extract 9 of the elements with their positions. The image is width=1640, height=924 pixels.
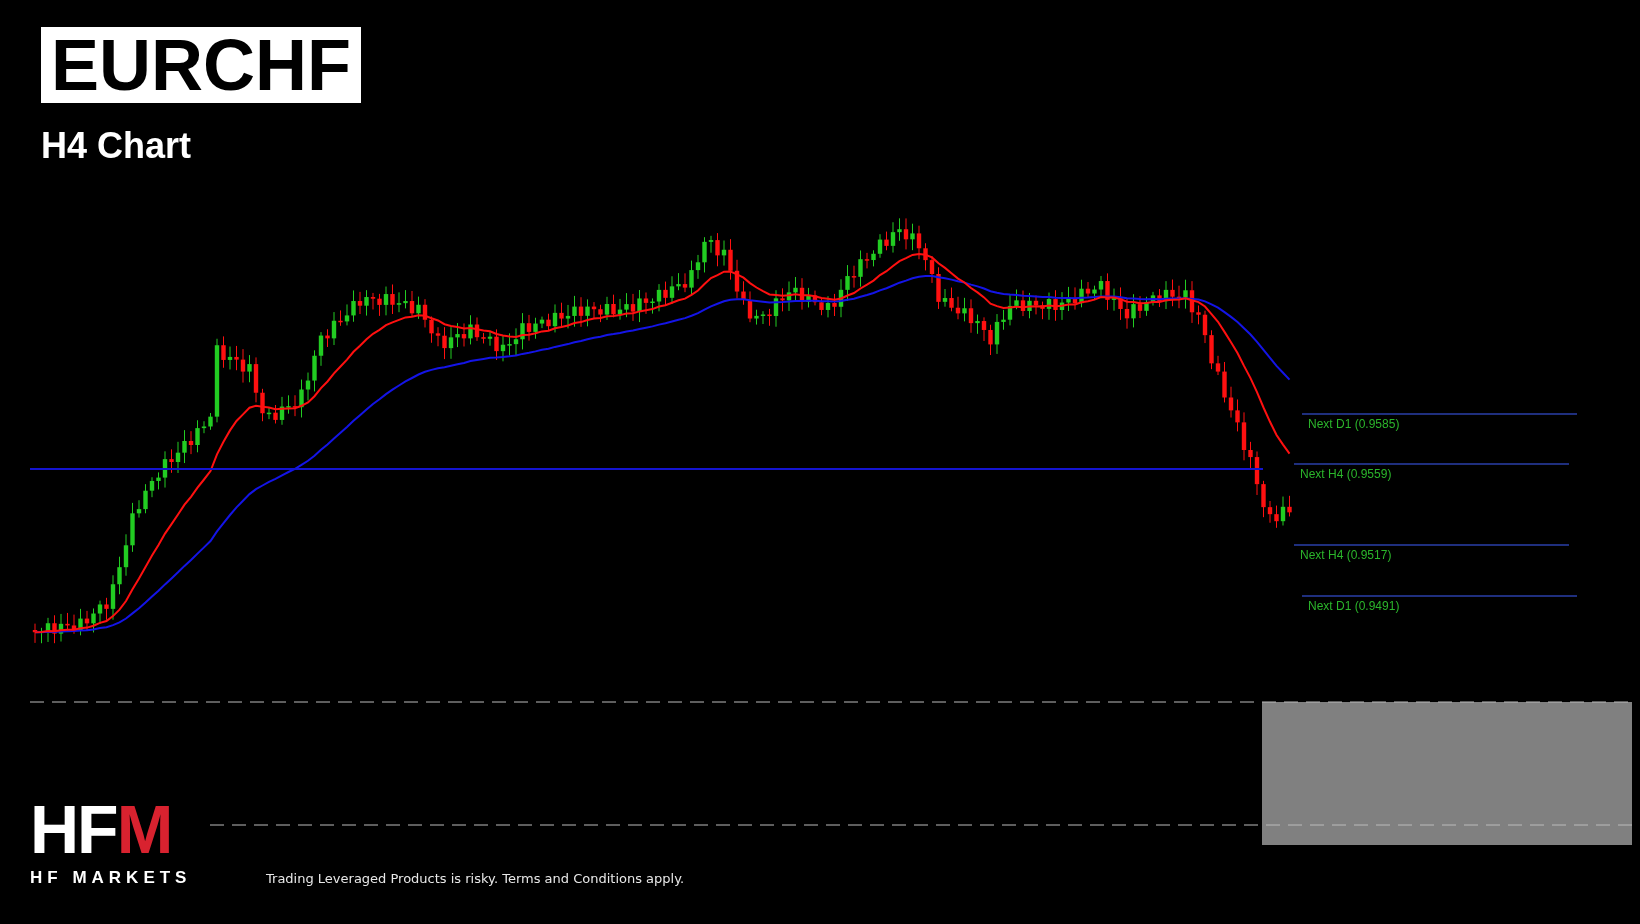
level-label: Next H4 (0.9559) (1300, 467, 1392, 481)
logo-mark: HFM (30, 798, 173, 860)
level-label: Next D1 (0.9585) (1308, 417, 1400, 431)
brand-name: HF MARKETS (30, 868, 193, 888)
symbol-title: EURCHF (41, 27, 361, 103)
disclaimer-text: Trading Leveraged Products is risky. Terms and Conditions apply. (266, 871, 685, 886)
level-label: Next H4 (0.9517) (1300, 548, 1392, 562)
level-label: Next D1 (0.9491) (1308, 599, 1400, 613)
chart-subtitle: H4 Chart (41, 125, 193, 167)
